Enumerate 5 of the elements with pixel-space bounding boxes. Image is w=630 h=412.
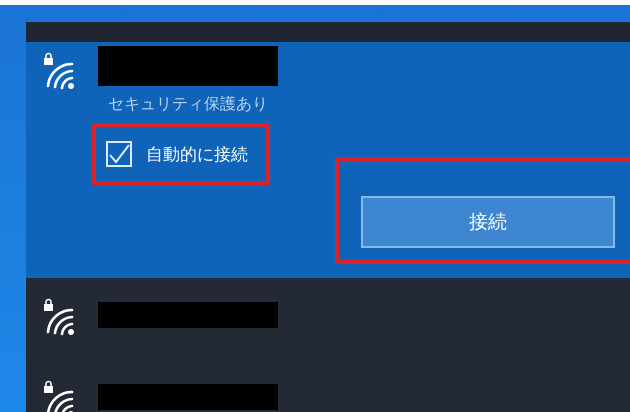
connect-button[interactable]: 接続 <box>361 196 615 248</box>
checkbox[interactable] <box>106 141 132 167</box>
network-item[interactable]: セキュリティ保護あり 自動的に接続 接続 <box>26 42 630 278</box>
security-status: セキュリティ保護あり <box>108 94 269 115</box>
checkbox-label: 自動的に接続 <box>146 144 248 166</box>
